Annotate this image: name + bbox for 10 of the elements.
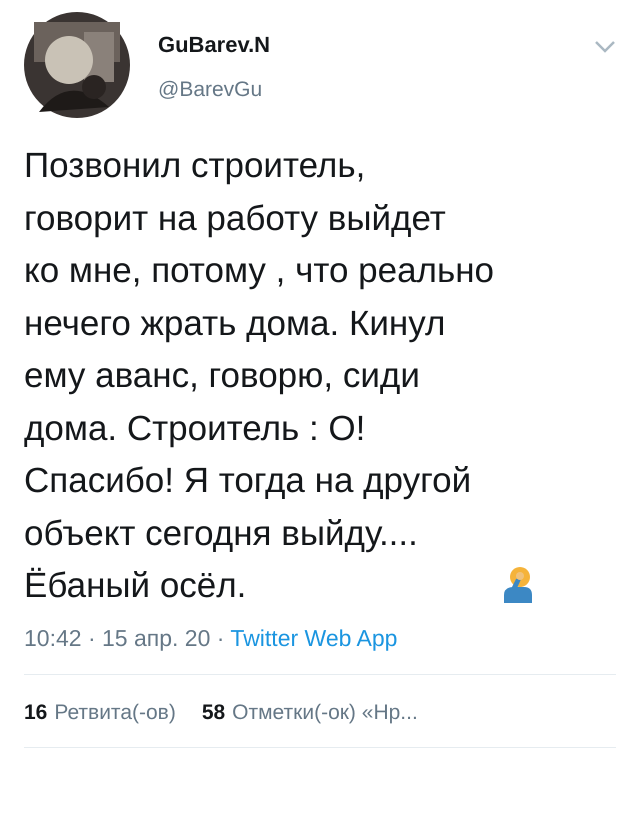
stat-count: 58 xyxy=(202,700,226,724)
author-name[interactable]: GuBarev.N xyxy=(158,32,566,58)
author-handle[interactable]: @BarevGu xyxy=(158,78,566,102)
chevron-down-icon[interactable] xyxy=(594,40,616,54)
stat-count: 16 xyxy=(24,700,48,724)
tweet-timestamp: 10:42 · 15 апр. 20 · xyxy=(24,624,224,652)
source-link[interactable]: Twitter Web App xyxy=(230,624,398,652)
stat-label[interactable]: Ретвита(-ов) xyxy=(54,700,176,724)
stat-label[interactable]: Отметки(-ок) «Нр... xyxy=(232,700,418,724)
tweet-text: Позвонил строитель, говорит на работу выйдет ко мне, потому , что реально нечего жрать дома. Кинул ему аванс, говорю, сиди дома. Строитель : О! Спасибо! Я тогда на другой объект сегодня выйду.... Ёбаный осёл. xyxy=(24,145,494,607)
